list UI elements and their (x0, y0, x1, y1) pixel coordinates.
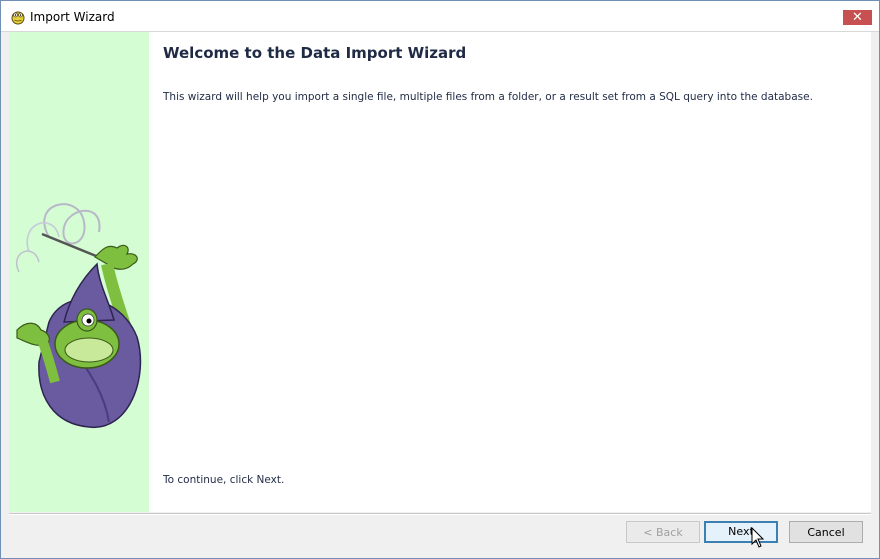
back-button[interactable]: < Back (626, 521, 700, 543)
page-title: Welcome to the Data Import Wizard (163, 44, 467, 62)
mouse-cursor-icon (751, 527, 765, 548)
wizard-description: This wizard will help you import a singl… (163, 91, 813, 103)
import-wizard-window: Import Wizard ✕ Welcome to the Data Impo… (0, 0, 880, 559)
toad-icon (11, 11, 25, 25)
continue-hint: To continue, click Next. (163, 474, 285, 486)
footer-separator (9, 513, 871, 515)
window-title: Import Wizard (30, 10, 115, 24)
side-panel (9, 32, 149, 512)
title-bar[interactable]: Import Wizard ✕ (1, 1, 879, 32)
wizard-frog-illustration (16, 203, 142, 428)
content-area: Welcome to the Data Import Wizard This w… (149, 32, 871, 512)
next-button[interactable]: Next (704, 521, 778, 543)
close-icon: ✕ (852, 10, 863, 25)
cancel-button[interactable]: Cancel (789, 521, 863, 543)
close-button[interactable]: ✕ (843, 10, 872, 25)
